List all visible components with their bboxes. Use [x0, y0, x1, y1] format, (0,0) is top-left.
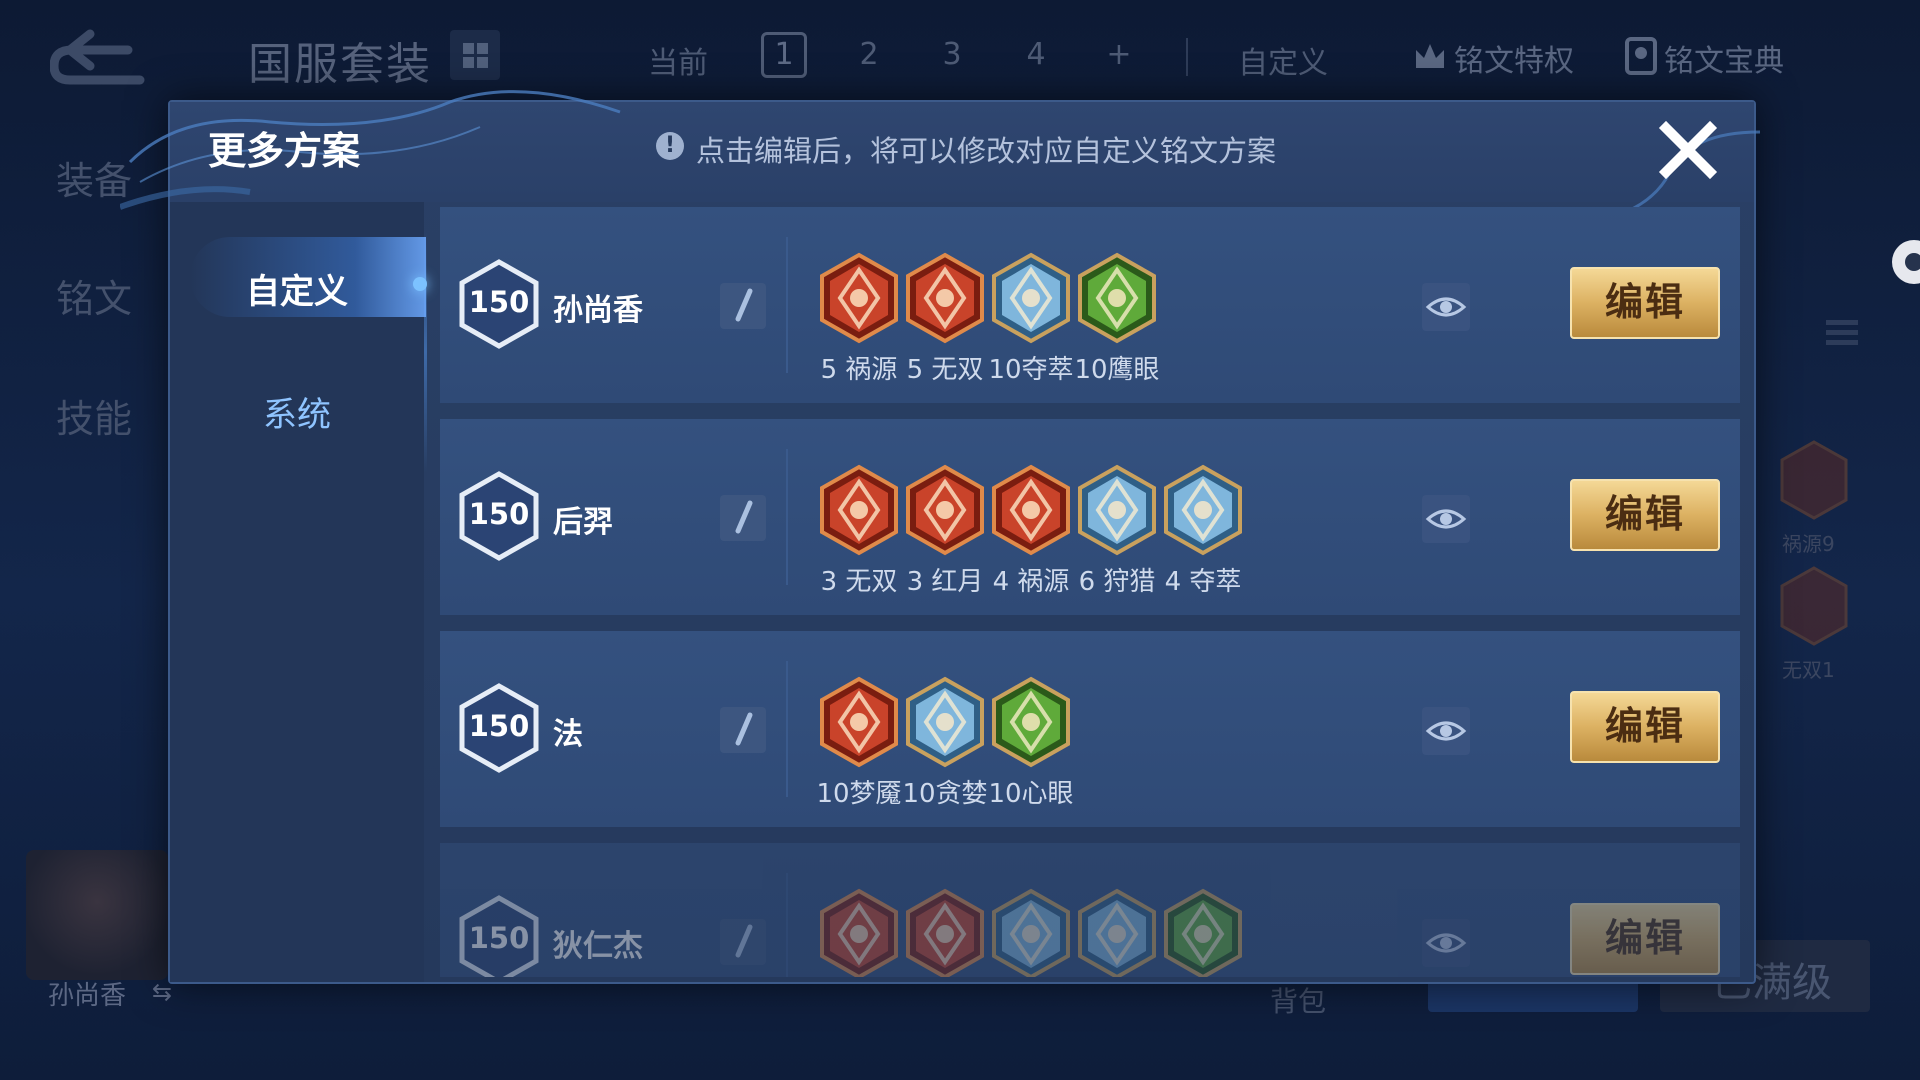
rune-label: 4 夺萃: [1164, 567, 1242, 597]
preview-button[interactable]: [1422, 283, 1470, 331]
close-icon[interactable]: [1656, 118, 1720, 182]
duocui-rune-icon[interactable]: [990, 888, 1072, 977]
more-plans-dialog: 更多方案 ! 点击编辑后，将可以修改对应自定义铭文方案 自定义 系统 150 孙尚…: [120, 90, 1761, 984]
xinyan-rune-icon[interactable]: [990, 676, 1072, 768]
rename-button[interactable]: [720, 707, 766, 753]
page-tab-4[interactable]: 4: [1013, 32, 1059, 78]
plan-name: 孙尚香: [553, 293, 643, 328]
back-arrow-icon[interactable]: [50, 28, 150, 88]
level-value: 150: [468, 709, 530, 743]
side-rune-label: 无双1: [1782, 658, 1835, 682]
grid-icon[interactable]: [450, 30, 500, 80]
side-tab-skills[interactable]: 技能: [56, 388, 132, 443]
plan-list[interactable]: 150 孙尚香 5 祸源 5 无双 10夺萃 10鹰眼 编辑 150 后羿 3 无双 3…: [440, 207, 1740, 977]
edit-button[interactable]: 编辑: [1570, 267, 1720, 339]
bag-label[interactable]: 背包: [1270, 980, 1326, 1020]
wushuang-rune-icon[interactable]: [904, 252, 986, 344]
duocui-rune-icon[interactable]: [1162, 464, 1244, 556]
side-tab-runes[interactable]: 铭文: [56, 268, 132, 323]
side-rune-label: 祸源9: [1782, 532, 1835, 556]
duocui-rune-icon[interactable]: [990, 252, 1072, 344]
level-value: 150: [468, 285, 530, 319]
wushuang-rune-icon[interactable]: [904, 888, 986, 977]
divider: [1186, 38, 1188, 76]
card-divider: [786, 661, 788, 797]
notice-text: 点击编辑后，将可以修改对应自定义铭文方案: [696, 134, 1277, 168]
preview-button[interactable]: [1422, 495, 1470, 543]
plan-card: 150 狄仁杰 编辑: [440, 843, 1740, 977]
book-icon: [1625, 37, 1657, 75]
huoyuan-rune-icon[interactable]: [990, 464, 1072, 556]
plan-card: 150 后羿 3 无双 3 红月 4 祸源 6 狩猎 4 夺萃 编辑: [440, 419, 1740, 615]
nav-tab-system[interactable]: 系统: [170, 387, 424, 436]
rune-handbook-button[interactable]: 铭文宝典: [1664, 36, 1784, 80]
rename-button[interactable]: [720, 283, 766, 329]
yingyan-rune-icon[interactable]: [1162, 888, 1244, 977]
settings-icon[interactable]: [1886, 236, 1920, 288]
plan-name: 法: [553, 717, 583, 752]
shoulie-rune-icon[interactable]: [1076, 464, 1158, 556]
info-icon: !: [656, 132, 684, 160]
custom-tab[interactable]: 自定义: [1238, 38, 1328, 82]
side-rune-icon-red: [1780, 566, 1848, 646]
card-divider: [786, 237, 788, 373]
level-value: 150: [468, 497, 530, 531]
list-icon[interactable]: [1824, 316, 1860, 356]
pencil-icon: [735, 712, 753, 746]
huoyuan-rune-icon[interactable]: [818, 888, 900, 977]
plan-category-nav: [170, 202, 424, 982]
nav-tab-custom[interactable]: 自定义: [170, 264, 424, 313]
hongyue-rune-icon[interactable]: [904, 464, 986, 556]
plan-name: 后羿: [553, 505, 613, 540]
plan-card: 150 法 10梦魇 10贪婪 10心眼 编辑: [440, 631, 1740, 827]
yingyan-rune-icon[interactable]: [1076, 252, 1158, 344]
mengyan-rune-icon[interactable]: [818, 676, 900, 768]
shoulie-rune-icon[interactable]: [1076, 888, 1158, 977]
plan-name: 狄仁杰: [553, 929, 643, 964]
page-tab-2[interactable]: 2: [846, 32, 892, 78]
preview-button[interactable]: [1422, 919, 1470, 967]
rune-label: 10心眼: [988, 779, 1074, 809]
preview-button[interactable]: [1422, 707, 1470, 755]
rename-button[interactable]: [720, 495, 766, 541]
card-divider: [786, 449, 788, 585]
eye-icon: [1425, 297, 1467, 317]
level-value: 150: [468, 921, 530, 955]
pencil-icon: [735, 288, 753, 322]
pencil-icon: [735, 924, 753, 958]
pencil-icon: [735, 500, 753, 534]
edit-button[interactable]: 编辑: [1570, 903, 1720, 975]
rune-privilege-button[interactable]: 铭文特权: [1454, 36, 1574, 80]
page-tab-3[interactable]: 3: [929, 32, 975, 78]
side-rune-icon-red: [1780, 440, 1848, 520]
add-page-button[interactable]: +: [1096, 32, 1142, 78]
eye-icon: [1425, 933, 1467, 953]
current-label: 当前: [648, 46, 708, 81]
page-tab-1[interactable]: 1: [761, 32, 807, 78]
plan-card: 150 孙尚香 5 祸源 5 无双 10夺萃 10鹰眼 编辑: [440, 207, 1740, 403]
edit-button[interactable]: 编辑: [1570, 479, 1720, 551]
dialog-title: 更多方案: [208, 129, 361, 173]
rename-button[interactable]: [720, 919, 766, 965]
eye-icon: [1425, 509, 1467, 529]
tanlan-rune-icon[interactable]: [904, 676, 986, 768]
rune-label: 10鹰眼: [1074, 355, 1160, 385]
huoyuan-rune-icon[interactable]: [818, 252, 900, 344]
wushuang-rune-icon[interactable]: [818, 464, 900, 556]
card-divider: [786, 873, 788, 977]
eye-icon: [1425, 721, 1467, 741]
hero-portrait[interactable]: [26, 850, 168, 980]
hero-name: 孙尚香: [48, 981, 127, 1011]
crown-icon: [1416, 44, 1444, 68]
edit-button[interactable]: 编辑: [1570, 691, 1720, 763]
